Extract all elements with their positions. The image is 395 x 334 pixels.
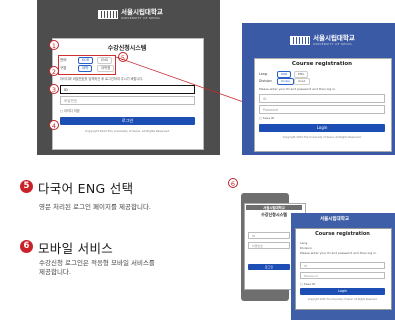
- kr-save-id-label: 아이디 저장: [64, 109, 80, 113]
- en-lang-kor[interactable]: KOR: [277, 71, 292, 78]
- en-division-grad[interactable]: Grad.: [294, 78, 311, 85]
- en-university-logo: 서울시립대학교 UNIVERSITY OF SEOUL: [290, 35, 355, 46]
- section-5-heading: 다국어 ENG 선택: [38, 181, 134, 196]
- kr-university-logo: 서울시립대학교 UNIVERSITY OF SEOUL: [98, 9, 163, 20]
- en-save-id-label: Save ID: [262, 116, 275, 120]
- marker-2: 2: [49, 66, 59, 76]
- section-5-description: 영문 처리된 로그인 페이지를 제공합니다.: [39, 203, 151, 211]
- mobile-en-university: 서울시립대학교: [320, 217, 349, 222]
- en-notice: Please enter your ID and password and th…: [259, 87, 336, 91]
- mobile-kr-login-button[interactable]: 로그인: [248, 264, 290, 270]
- kr-copyright: Copyright 2024 The University of Seoul. …: [85, 129, 170, 133]
- en-id-input[interactable]: ID: [259, 94, 385, 103]
- en-university-name: 서울시립대학교: [313, 34, 355, 42]
- kr-university-name-en: UNIVERSITY OF SEOUL: [121, 15, 161, 20]
- mobile-kr-university: 서울시립대학교: [246, 205, 302, 210]
- marker-4: 4: [49, 120, 59, 130]
- connector-arrow: [115, 56, 253, 106]
- mobile-en-lang-label: Lang.: [300, 241, 309, 245]
- mobile-en-division-label: Division: [300, 246, 312, 250]
- section-6-heading: 모바일 서비스: [38, 241, 114, 256]
- mobile-en-title: Course registration: [315, 231, 370, 237]
- section-6-description-line2: 제공합니다.: [39, 268, 71, 276]
- en-university-name-en: UNIVERSITY OF SEOUL: [313, 41, 353, 46]
- kr-university-name: 서울시립대학교: [121, 8, 163, 16]
- en-password-input[interactable]: Password: [259, 105, 385, 114]
- section-6-description-line1: 수강신청 로그인은 적응형 모바일 서비스를: [39, 259, 155, 267]
- kr-login-button[interactable]: 로그인: [60, 117, 195, 125]
- marker-3: 3: [49, 84, 59, 94]
- marker-6: 6: [228, 178, 238, 188]
- en-lang-eng[interactable]: ENG: [294, 71, 309, 78]
- kr-login-title: 수강신청시스템: [107, 45, 147, 52]
- mobile-en-notice: Please enter your ID and password and th…: [300, 251, 377, 255]
- marker-1: 1: [49, 40, 59, 50]
- mobile-en-copyright: Copyright 2024 The University of Seoul. …: [307, 298, 378, 301]
- mobile-en-password-input[interactable]: Password: [300, 272, 385, 279]
- university-emblem-icon: [98, 9, 118, 19]
- mobile-en-save-id[interactable]: □ Save ID: [300, 282, 315, 286]
- en-lang-label: Lang.: [259, 72, 268, 76]
- en-login-title: Course registration: [291, 61, 353, 67]
- university-emblem-icon: [290, 35, 310, 45]
- mobile-en-login-button[interactable]: Login: [300, 288, 385, 295]
- mobile-en-id-input[interactable]: ID: [300, 262, 385, 269]
- section-5-badge: 5: [20, 180, 33, 193]
- mobile-kr-password-input[interactable]: 비밀번호: [248, 242, 290, 249]
- kr-lang-highlight: [58, 55, 116, 75]
- mobile-en-save-id-label: Save ID: [303, 282, 316, 286]
- section-6-badge: 6: [20, 240, 33, 253]
- en-login-button[interactable]: Login: [259, 124, 385, 132]
- en-division-label: Division: [259, 79, 272, 83]
- en-division-under[interactable]: Under: [277, 78, 295, 85]
- mobile-kr-id-input[interactable]: ID: [248, 232, 290, 239]
- kr-save-id[interactable]: □ 아이디 저장: [60, 108, 80, 113]
- en-save-id[interactable]: □ Save ID: [259, 116, 274, 120]
- en-copyright: Copyright 2024 The University of Seoul. …: [282, 136, 362, 139]
